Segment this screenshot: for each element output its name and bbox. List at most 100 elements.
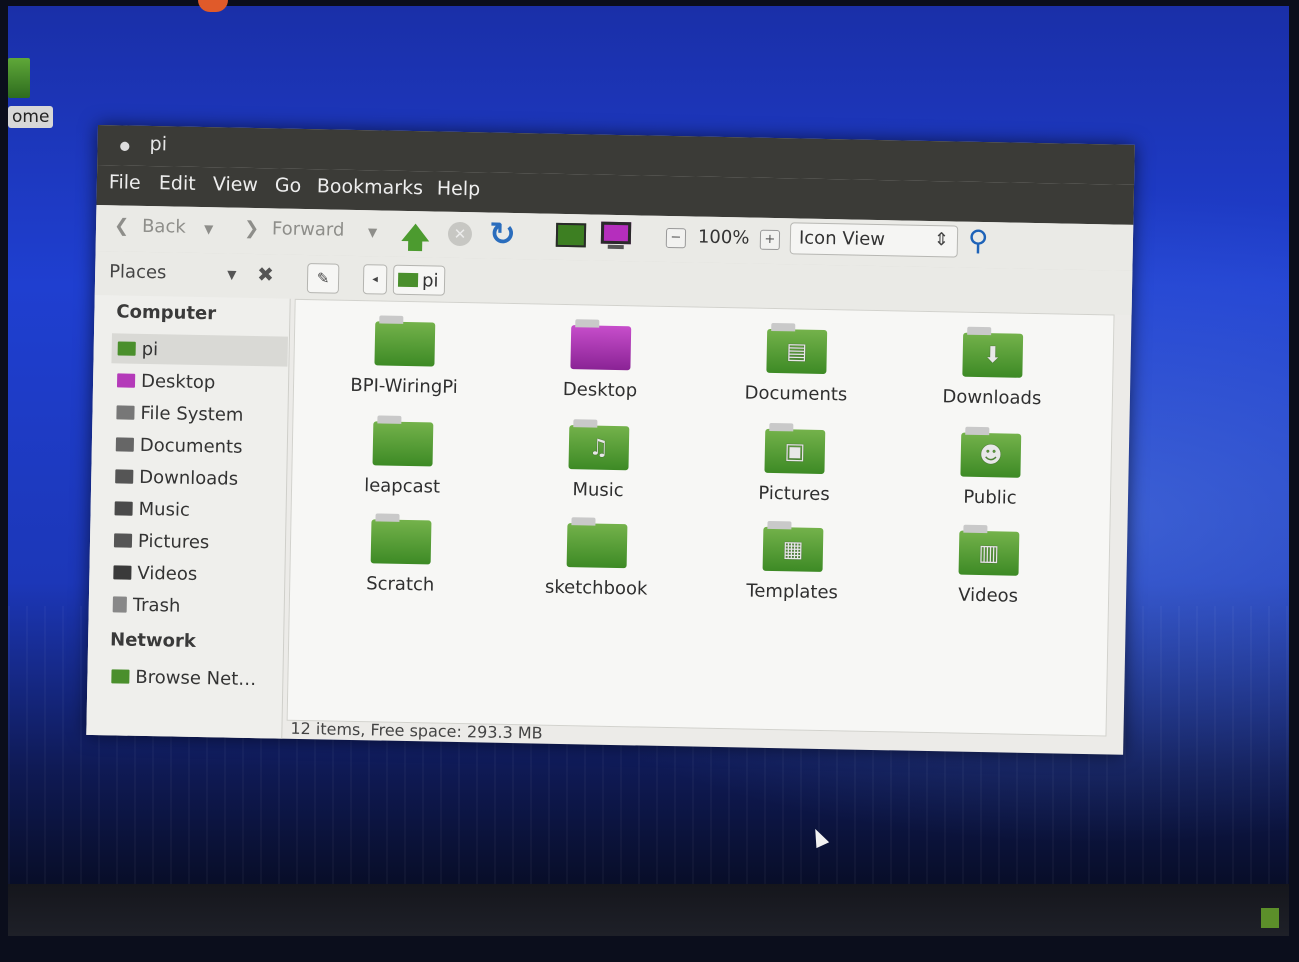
back-arrow-icon[interactable]: ❮ xyxy=(114,215,129,236)
pictures-folder-icon: ▣ xyxy=(764,428,826,475)
forward-dropdown-icon[interactable]: ▼ xyxy=(368,225,378,239)
folder-label: Pictures xyxy=(758,482,830,506)
forward-arrow-icon[interactable]: ❯ xyxy=(244,218,259,239)
sidebar-item-pictures[interactable]: Pictures xyxy=(113,525,285,558)
sidebar-item-pi[interactable]: pi xyxy=(111,333,288,367)
folder-label: Public xyxy=(963,486,1017,509)
home-icon[interactable] xyxy=(555,222,587,248)
menu-bookmarks[interactable]: Bookmarks xyxy=(317,175,424,199)
folder-label: Documents xyxy=(744,382,848,406)
folder-icon xyxy=(374,321,436,367)
folder-pictures[interactable]: ▣ Pictures xyxy=(713,428,875,525)
search-icon[interactable]: ⚲ xyxy=(968,224,989,257)
menu-go[interactable]: Go xyxy=(275,174,302,197)
folder-sketchbook[interactable]: sketchbook xyxy=(516,522,678,619)
path-left-arrow-icon[interactable]: ◂ xyxy=(362,264,388,295)
public-folder-icon: ☻ xyxy=(960,432,1022,478)
home-folder-icon xyxy=(117,341,136,356)
menu-file[interactable]: File xyxy=(109,171,141,194)
sidebar-item-browse-network[interactable]: Browse Net… xyxy=(111,661,282,694)
folder-label: Templates xyxy=(746,580,839,604)
taskbar xyxy=(8,884,1289,936)
folder-bpi-wiringpi[interactable]: BPI-WiringPi xyxy=(323,320,485,417)
folder-music[interactable]: ♫ Music xyxy=(518,424,680,521)
folder-documents[interactable]: ▤ Documents xyxy=(715,328,877,425)
file-view: BPI-WiringPi Desktop ▤ Documents ⬇ Downl… xyxy=(286,298,1115,737)
sidebar-item-label: File System xyxy=(140,402,244,426)
folder-label: Desktop xyxy=(562,378,638,402)
menu-edit[interactable]: Edit xyxy=(159,172,196,195)
view-mode-value: Icon View xyxy=(798,227,886,251)
folder-scratch[interactable]: Scratch xyxy=(320,518,482,615)
sidebar: Computer pi Desktop File System Document… xyxy=(86,294,291,739)
videos-icon xyxy=(113,565,132,580)
back-dropdown-icon[interactable]: ▼ xyxy=(204,222,214,236)
sidebar-item-label: Pictures xyxy=(137,530,210,553)
sidebar-item-label: pi xyxy=(141,338,159,360)
sidebar-heading-network: Network xyxy=(109,629,197,652)
sidebar-item-downloads[interactable]: Downloads xyxy=(115,461,286,494)
documents-icon xyxy=(115,437,135,452)
sidebar-item-desktop[interactable]: Desktop xyxy=(116,365,288,398)
folder-label: Videos xyxy=(958,584,1019,607)
sidebar-item-trash[interactable]: Trash xyxy=(112,589,284,622)
forward-button[interactable]: Forward xyxy=(272,218,345,240)
sidebar-item-label: Videos xyxy=(137,562,198,585)
folder-public[interactable]: ☻ Public xyxy=(909,432,1071,529)
drive-icon xyxy=(116,405,135,420)
zoom-level: 100% xyxy=(697,226,750,249)
sidebar-item-label: Desktop xyxy=(140,370,216,393)
folder-label: leapcast xyxy=(363,475,441,498)
spinner-arrows-icon: ⇕ xyxy=(933,229,950,251)
network-icon xyxy=(111,669,130,684)
menu-help[interactable]: Help xyxy=(437,178,481,201)
folder-icon xyxy=(372,421,434,467)
folder-label: Downloads xyxy=(942,386,1042,410)
path-button-pi[interactable]: pi xyxy=(392,264,446,296)
folder-label: BPI-WiringPi xyxy=(350,374,458,398)
folder-videos[interactable]: ▥ Videos xyxy=(908,530,1070,627)
sidebar-item-file-system[interactable]: File System xyxy=(116,397,287,430)
folder-templates[interactable]: ▦ Templates xyxy=(712,526,874,623)
sidebar-item-documents[interactable]: Documents xyxy=(115,429,287,462)
home-desktop-label[interactable]: ome xyxy=(8,106,54,128)
videos-folder-icon: ▥ xyxy=(958,530,1020,576)
folder-downloads[interactable]: ⬇ Downloads xyxy=(911,332,1073,429)
music-folder-icon: ♫ xyxy=(568,425,630,471)
folder-desktop[interactable]: Desktop xyxy=(519,324,681,421)
sidebar-item-videos[interactable]: Videos xyxy=(113,557,284,590)
back-button[interactable]: Back xyxy=(142,216,186,238)
sidebar-item-label: Trash xyxy=(132,594,181,617)
reload-icon[interactable]: ↻ xyxy=(489,215,517,254)
folder-icon xyxy=(370,519,432,565)
templates-folder-icon: ▦ xyxy=(762,526,824,572)
folder-label: Music xyxy=(572,479,624,502)
places-dropdown-arrow-icon[interactable]: ▼ xyxy=(227,268,237,282)
close-sidebar-icon[interactable]: ✖ xyxy=(257,262,274,286)
sidebar-item-label: Documents xyxy=(139,434,243,458)
sidebar-item-label: Browse Net… xyxy=(135,666,257,690)
computer-icon[interactable] xyxy=(600,221,632,245)
home-desktop-icon[interactable] xyxy=(8,58,30,98)
window-title: pi xyxy=(149,132,168,156)
stop-icon[interactable]: ✕ xyxy=(447,221,473,247)
file-manager-window: ● pi File Edit View Go Bookmarks Help ✕ … xyxy=(86,125,1135,755)
desktop-folder-icon xyxy=(570,325,632,371)
zoom-in-icon[interactable]: + xyxy=(759,229,781,251)
view-mode-select[interactable]: Icon View ⇕ xyxy=(789,222,959,258)
downloads-icon xyxy=(115,469,134,484)
sidebar-item-label: Downloads xyxy=(139,466,239,490)
sidebar-heading-computer: Computer xyxy=(116,301,217,325)
edit-location-pencil-icon[interactable]: ✎ xyxy=(306,263,340,294)
path-label: pi xyxy=(421,269,439,292)
zoom-out-icon[interactable]: − xyxy=(665,227,687,249)
menu-view[interactable]: View xyxy=(213,173,259,196)
downloads-folder-icon: ⬇ xyxy=(962,332,1024,378)
desktop-folder-icon xyxy=(116,373,136,388)
folder-icon xyxy=(566,523,628,569)
folder-leapcast[interactable]: leapcast xyxy=(322,420,484,517)
sidebar-item-music[interactable]: Music xyxy=(114,493,285,526)
workspace-indicator-icon[interactable] xyxy=(1261,908,1279,928)
sidebar-item-label: Music xyxy=(138,498,191,521)
places-dropdown[interactable]: Places xyxy=(109,261,167,283)
